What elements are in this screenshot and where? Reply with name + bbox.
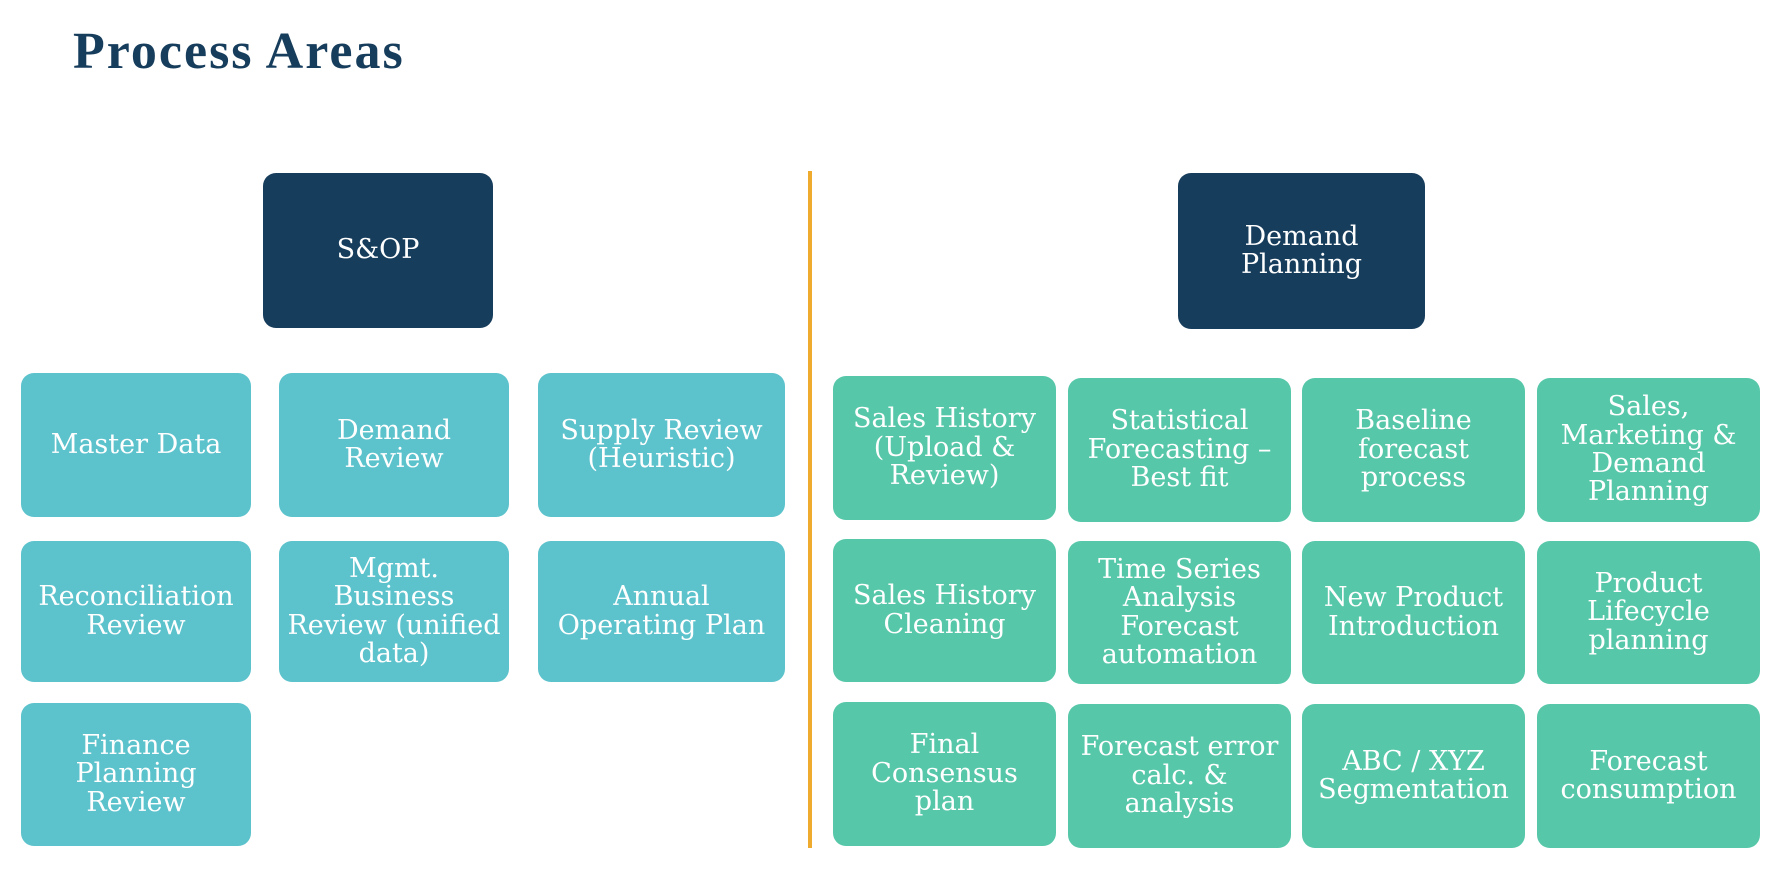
dp-item-label: ABC / XYZ Segmentation bbox=[1318, 745, 1509, 805]
dp-item-forecast-error-analysis: Forecast error calc. & analysis bbox=[1068, 704, 1291, 848]
dp-item-final-consensus-plan: Final Consensus plan bbox=[833, 702, 1056, 846]
dp-item-sales-history-upload: Sales History (Upload & Review) bbox=[833, 376, 1056, 520]
sop-header-box: S&OP bbox=[263, 173, 493, 328]
dp-item-label: Statistical Forecasting – Best fit bbox=[1087, 405, 1272, 494]
dp-item-baseline-forecast: Baseline forecast process bbox=[1302, 378, 1525, 522]
dp-item-time-series-analysis: Time Series Analysis Forecast automation bbox=[1068, 541, 1291, 684]
dp-item-statistical-forecasting: Statistical Forecasting – Best fit bbox=[1068, 378, 1291, 522]
dp-item-label: Sales, Marketing & Demand Planning bbox=[1560, 391, 1737, 508]
sop-item-annual-operating-plan: Annual Operating Plan bbox=[538, 541, 785, 682]
page-title: Process Areas bbox=[73, 23, 405, 80]
sop-item-label: Annual Operating Plan bbox=[557, 581, 766, 641]
dp-item-sales-history-cleaning: Sales History Cleaning bbox=[833, 539, 1056, 682]
sop-item-label: Reconciliation Review bbox=[38, 581, 234, 641]
dp-item-label: Final Consensus plan bbox=[871, 729, 1018, 818]
dp-item-sales-marketing-demand-planning: Sales, Marketing & Demand Planning bbox=[1537, 378, 1760, 522]
dp-item-label: Forecast error calc. & analysis bbox=[1080, 731, 1279, 820]
sop-item-finance-planning-review: Finance Planning Review bbox=[21, 703, 251, 846]
dp-item-label: New Product Introduction bbox=[1323, 582, 1504, 642]
section-divider bbox=[808, 171, 812, 848]
dp-item-label: Baseline forecast process bbox=[1355, 405, 1472, 494]
sop-item-label: Supply Review (Heuristic) bbox=[560, 414, 763, 474]
dp-item-label: Forecast consumption bbox=[1560, 745, 1737, 805]
sop-item-demand-review: Demand Review bbox=[279, 373, 509, 517]
sop-item-master-data: Master Data bbox=[21, 373, 251, 517]
sop-item-label: Demand Review bbox=[337, 414, 451, 474]
dp-item-product-lifecycle-planning: Product Lifecycle planning bbox=[1537, 541, 1760, 684]
demand-planning-header-label: Demand Planning bbox=[1241, 220, 1362, 280]
dp-item-label: Sales History Cleaning bbox=[853, 580, 1036, 640]
dp-item-forecast-consumption: Forecast consumption bbox=[1537, 704, 1760, 848]
sop-header-label: S&OP bbox=[336, 234, 420, 266]
sop-item-supply-review: Supply Review (Heuristic) bbox=[538, 373, 785, 517]
dp-item-abc-xyz-segmentation: ABC / XYZ Segmentation bbox=[1302, 704, 1525, 848]
dp-item-label: Product Lifecycle planning bbox=[1587, 567, 1710, 656]
sop-item-reconciliation-review: Reconciliation Review bbox=[21, 541, 251, 682]
sop-item-label: Mgmt. Business Review (unified data) bbox=[287, 552, 501, 669]
dp-item-label: Time Series Analysis Forecast automation bbox=[1098, 553, 1261, 670]
demand-planning-header-box: Demand Planning bbox=[1178, 173, 1425, 329]
sop-item-label: Master Data bbox=[50, 428, 222, 460]
sop-item-label: Finance Planning Review bbox=[75, 729, 197, 818]
dp-item-new-product-introduction: New Product Introduction bbox=[1302, 541, 1525, 684]
dp-item-label: Sales History (Upload & Review) bbox=[853, 403, 1036, 492]
sop-item-mgmt-business-review: Mgmt. Business Review (unified data) bbox=[279, 541, 509, 682]
